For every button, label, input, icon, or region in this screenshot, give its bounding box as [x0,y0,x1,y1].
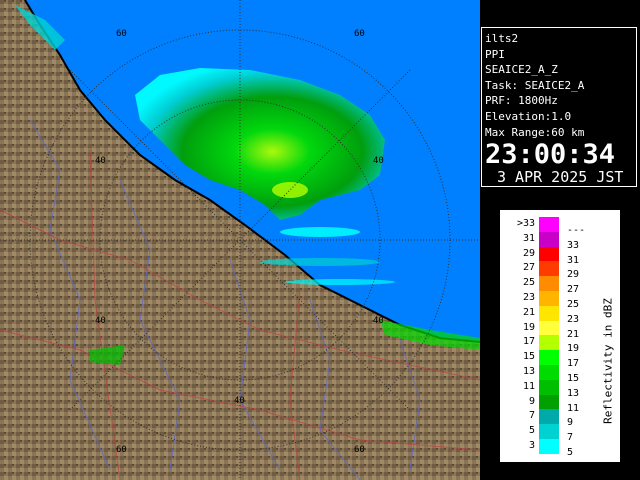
legend-label-right: 7 [567,432,574,444]
legend-label-left: 29 [522,247,535,259]
legend-swatch [539,320,559,336]
legend-label-left: 31 [522,232,535,244]
legend-swatch [539,350,559,366]
legend-label-right: 11 [567,402,580,414]
scan-date: 3 APR 2025 JST [497,168,624,187]
radar-info-box: ilts2 PPI SEAICE2_A_Z Task: SEAICE2_A PR… [481,27,637,187]
range-label: 40 [373,156,384,166]
legend-label-left: >33 [516,218,535,229]
legend-label-left: 3 [528,440,535,451]
product-name: SEAICE2_A_Z [485,63,558,77]
legend-label-left: 15 [522,351,535,363]
range-label: 40 [95,156,106,166]
echo-band-2 [260,258,380,266]
legend-title: Reflectivity in dBZ [601,271,615,451]
range-label: 60 [116,29,127,39]
legend-label-right: 27 [567,284,580,296]
range-label: 60 [354,445,365,455]
legend-label-left: 21 [522,306,535,318]
legend-label-right: --- [567,225,586,236]
scan-mode: PPI [485,47,505,61]
legend-label-right: 33 [567,239,580,251]
legend-label-right: 25 [567,299,580,310]
legend-label-right: 15 [567,373,580,384]
legend-label-right: 5 [567,447,574,458]
legend-label-left: 25 [522,277,535,289]
legend-swatch [539,379,559,395]
range-label: 40 [373,316,384,326]
legend-swatch [539,394,559,410]
sidebar-panel: ilts2 PPI SEAICE2_A_Z Task: SEAICE2_A PR… [480,0,640,480]
legend-swatch [539,291,559,306]
legend-swatch [539,217,559,232]
task-name: Task: SEAICE2_A [485,78,585,92]
legend-label-right: 29 [567,269,580,281]
legend-label-right: 17 [567,358,580,370]
legend-label-right: 13 [567,387,580,399]
max-range-value: Max Range:60 km [485,125,585,139]
legend-swatch [539,276,559,292]
legend-label-left: 11 [522,380,535,392]
range-label: 60 [116,445,127,455]
legend-label-left: 7 [528,410,535,422]
legend-label-right: 23 [567,313,580,325]
legend-swatch [539,335,559,351]
radar-name: ilts2 [485,32,519,45]
range-label: 60 [354,29,365,39]
prf-value: PRF: 1800Hz [485,94,558,108]
legend-swatch [539,246,559,262]
legend-swatch [539,305,559,321]
legend-label-left: 17 [522,336,535,348]
legend-swatch [539,261,559,277]
legend-title-text: Reflectivity in dBZ [601,298,615,424]
echo-core [272,182,308,198]
legend-label-left: 5 [528,425,535,437]
legend-label-right: 9 [567,417,574,429]
radar-ppi-display: 60 60 40 40 40 40 60 60 40 [0,0,480,480]
legend-label-left: 13 [522,366,535,377]
legend-label-left: 19 [522,321,535,333]
legend-swatch [539,409,559,425]
legend-swatch [539,439,559,454]
scan-time: 23:00:34 [485,139,616,171]
legend-swatch [539,424,559,440]
legend-label-right: 21 [567,328,580,340]
legend-label-left: 27 [522,262,535,274]
legend-label-right: 19 [567,343,580,355]
range-label-center: 40 [234,396,245,406]
echo-band-1 [280,227,360,237]
legend-label-left: 23 [522,292,535,303]
radar-map[interactable]: 60 60 40 40 40 40 60 60 40 [0,0,480,480]
legend-label-right: 31 [567,254,580,266]
legend-swatch [539,231,559,247]
echo-band-3 [285,279,395,285]
elevation-value: Elevation:1.0 [485,109,572,123]
legend-swatch [539,365,559,380]
legend-label-left: 9 [528,395,535,407]
range-label: 40 [95,316,106,326]
reflectivity-legend: >33 --- 31 33 29 31 27 29 25 27 23 25 21 23 19 21 17 19 15… [500,210,620,462]
